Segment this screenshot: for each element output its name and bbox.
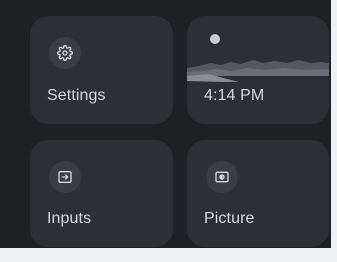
clock-tile[interactable]: 4:14 PM bbox=[187, 16, 329, 124]
gear-icon bbox=[49, 37, 81, 69]
bottom-edge bbox=[0, 248, 337, 262]
picture-label: Picture bbox=[204, 210, 255, 227]
input-source-icon bbox=[49, 161, 81, 193]
moon-landscape-wallpaper bbox=[187, 16, 329, 124]
settings-label: Settings bbox=[47, 87, 106, 104]
inputs-tile[interactable]: Inputs bbox=[30, 140, 173, 247]
right-edge bbox=[331, 0, 337, 262]
picture-mode-icon bbox=[206, 161, 238, 193]
clock-time: 4:14 PM bbox=[204, 87, 265, 104]
picture-tile[interactable]: Picture bbox=[187, 140, 329, 247]
inputs-label: Inputs bbox=[47, 210, 92, 227]
settings-tile[interactable]: Settings bbox=[30, 16, 173, 124]
